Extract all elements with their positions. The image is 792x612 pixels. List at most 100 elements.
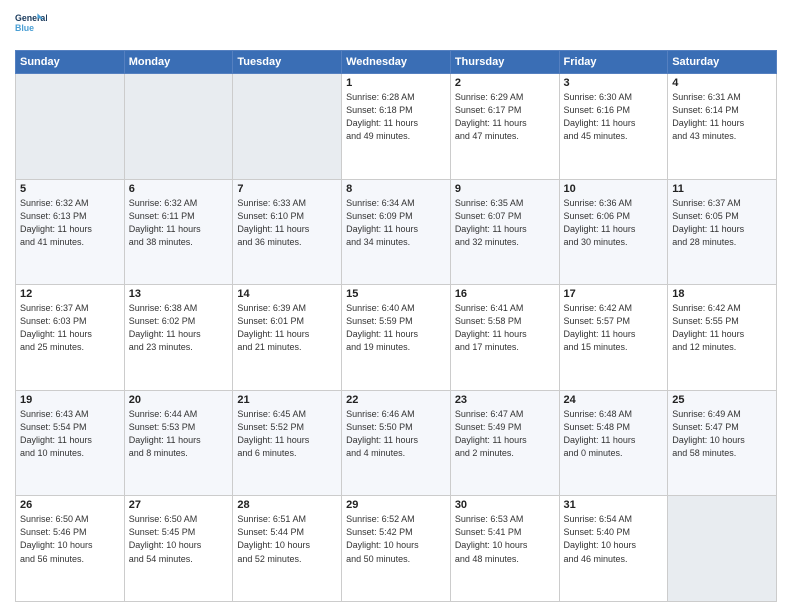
day-info: Sunrise: 6:46 AM Sunset: 5:50 PM Dayligh… [346,408,446,460]
day-number: 19 [20,394,120,406]
day-info: Sunrise: 6:41 AM Sunset: 5:58 PM Dayligh… [455,302,555,354]
day-info: Sunrise: 6:53 AM Sunset: 5:41 PM Dayligh… [455,513,555,565]
calendar-week-5: 26Sunrise: 6:50 AM Sunset: 5:46 PM Dayli… [16,496,777,602]
day-number: 23 [455,394,555,406]
day-info: Sunrise: 6:48 AM Sunset: 5:48 PM Dayligh… [564,408,664,460]
calendar-cell: 17Sunrise: 6:42 AM Sunset: 5:57 PM Dayli… [559,285,668,391]
calendar-cell: 3Sunrise: 6:30 AM Sunset: 6:16 PM Daylig… [559,74,668,180]
day-info: Sunrise: 6:32 AM Sunset: 6:11 PM Dayligh… [129,197,229,249]
day-number: 8 [346,183,446,195]
day-info: Sunrise: 6:49 AM Sunset: 5:47 PM Dayligh… [672,408,772,460]
calendar-cell: 7 Sunrise: 6:33 AM Sunset: 6:10 PM Daylig… [233,179,342,285]
calendar-cell [233,74,342,180]
calendar-week-3: 12 Sunrise: 6:37 AM Sunset: 6:03 PM Dayli… [16,285,777,391]
day-info: Sunrise: 6:37 AM Sunset: 6:03 PM Dayligh… [20,302,120,354]
calendar-cell: 2Sunrise: 6:29 AM Sunset: 6:17 PM Daylig… [450,74,559,180]
day-number: 24 [564,394,664,406]
calendar-cell: 15 Sunrise: 6:40 AM Sunset: 5:59 PM Dayli… [342,285,451,391]
day-info: Sunrise: 6:29 AM Sunset: 6:17 PM Dayligh… [455,91,555,143]
day-number: 31 [564,499,664,511]
calendar-cell: 30 Sunrise: 6:53 AM Sunset: 5:41 PM Dayli… [450,496,559,602]
calendar-cell: 19 Sunrise: 6:43 AM Sunset: 5:54 PM Dayli… [16,390,125,496]
day-info: Sunrise: 6:50 AM Sunset: 5:46 PM Dayligh… [20,513,120,565]
calendar-cell: 26Sunrise: 6:50 AM Sunset: 5:46 PM Dayli… [16,496,125,602]
page: General Blue SundayMondayTuesdayWednesda… [0,0,792,612]
calendar-header-monday: Monday [124,51,233,74]
calendar-cell [16,74,125,180]
calendar-header-tuesday: Tuesday [233,51,342,74]
calendar-cell: 21 Sunrise: 6:45 AM Sunset: 5:52 PM Dayli… [233,390,342,496]
calendar-week-2: 5 Sunrise: 6:32 AM Sunset: 6:13 PM Daylig… [16,179,777,285]
day-info: Sunrise: 6:54 AM Sunset: 5:40 PM Dayligh… [564,513,664,565]
day-info: Sunrise: 6:43 AM Sunset: 5:54 PM Dayligh… [20,408,120,460]
day-info: Sunrise: 6:52 AM Sunset: 5:42 PM Dayligh… [346,513,446,565]
logo: General Blue [15,10,47,42]
day-info: Sunrise: 6:39 AM Sunset: 6:01 PM Dayligh… [237,302,337,354]
day-number: 10 [564,183,664,195]
day-number: 29 [346,499,446,511]
day-number: 22 [346,394,446,406]
calendar-cell [124,74,233,180]
calendar-cell: 4 Sunrise: 6:31 AM Sunset: 6:14 PM Daylig… [668,74,777,180]
calendar-cell: 27 Sunrise: 6:50 AM Sunset: 5:45 PM Dayli… [124,496,233,602]
day-number: 1 [346,77,446,89]
day-info: Sunrise: 6:35 AM Sunset: 6:07 PM Dayligh… [455,197,555,249]
calendar-cell: 23 Sunrise: 6:47 AM Sunset: 5:49 PM Dayli… [450,390,559,496]
day-number: 5 [20,183,120,195]
calendar-cell: 28 Sunrise: 6:51 AM Sunset: 5:44 PM Dayli… [233,496,342,602]
calendar-cell: 14 Sunrise: 6:39 AM Sunset: 6:01 PM Dayli… [233,285,342,391]
day-number: 17 [564,288,664,300]
day-number: 12 [20,288,120,300]
calendar-cell: 8 Sunrise: 6:34 AM Sunset: 6:09 PM Daylig… [342,179,451,285]
day-info: Sunrise: 6:32 AM Sunset: 6:13 PM Dayligh… [20,197,120,249]
day-number: 6 [129,183,229,195]
day-info: Sunrise: 6:30 AM Sunset: 6:16 PM Dayligh… [564,91,664,143]
calendar-cell: 11Sunrise: 6:37 AM Sunset: 6:05 PM Dayli… [668,179,777,285]
day-info: Sunrise: 6:40 AM Sunset: 5:59 PM Dayligh… [346,302,446,354]
day-number: 18 [672,288,772,300]
day-number: 16 [455,288,555,300]
day-info: Sunrise: 6:33 AM Sunset: 6:10 PM Dayligh… [237,197,337,249]
calendar-cell: 25Sunrise: 6:49 AM Sunset: 5:47 PM Dayli… [668,390,777,496]
day-info: Sunrise: 6:44 AM Sunset: 5:53 PM Dayligh… [129,408,229,460]
calendar-cell: 10 Sunrise: 6:36 AM Sunset: 6:06 PM Dayli… [559,179,668,285]
day-info: Sunrise: 6:45 AM Sunset: 5:52 PM Dayligh… [237,408,337,460]
day-number: 9 [455,183,555,195]
day-number: 27 [129,499,229,511]
logo-icon: General Blue [15,10,47,42]
day-info: Sunrise: 6:51 AM Sunset: 5:44 PM Dayligh… [237,513,337,565]
calendar-cell: 18 Sunrise: 6:42 AM Sunset: 5:55 PM Dayli… [668,285,777,391]
calendar-header-friday: Friday [559,51,668,74]
day-number: 11 [672,183,772,195]
calendar-table: SundayMondayTuesdayWednesdayThursdayFrid… [15,50,777,602]
day-number: 21 [237,394,337,406]
day-number: 30 [455,499,555,511]
day-number: 13 [129,288,229,300]
calendar-cell: 24 Sunrise: 6:48 AM Sunset: 5:48 PM Dayli… [559,390,668,496]
day-info: Sunrise: 6:50 AM Sunset: 5:45 PM Dayligh… [129,513,229,565]
day-number: 14 [237,288,337,300]
day-number: 7 [237,183,337,195]
calendar-header-thursday: Thursday [450,51,559,74]
calendar-header-saturday: Saturday [668,51,777,74]
calendar-cell: 13Sunrise: 6:38 AM Sunset: 6:02 PM Dayli… [124,285,233,391]
calendar-cell: 22 Sunrise: 6:46 AM Sunset: 5:50 PM Dayli… [342,390,451,496]
calendar-cell: 5 Sunrise: 6:32 AM Sunset: 6:13 PM Daylig… [16,179,125,285]
day-number: 28 [237,499,337,511]
calendar-cell: 31 Sunrise: 6:54 AM Sunset: 5:40 PM Dayli… [559,496,668,602]
day-number: 4 [672,77,772,89]
calendar-cell: 16 Sunrise: 6:41 AM Sunset: 5:58 PM Dayli… [450,285,559,391]
day-info: Sunrise: 6:28 AM Sunset: 6:18 PM Dayligh… [346,91,446,143]
header: General Blue [15,10,777,42]
day-info: Sunrise: 6:47 AM Sunset: 5:49 PM Dayligh… [455,408,555,460]
calendar-cell [668,496,777,602]
day-number: 15 [346,288,446,300]
day-info: Sunrise: 6:34 AM Sunset: 6:09 PM Dayligh… [346,197,446,249]
day-info: Sunrise: 6:42 AM Sunset: 5:55 PM Dayligh… [672,302,772,354]
day-info: Sunrise: 6:31 AM Sunset: 6:14 PM Dayligh… [672,91,772,143]
calendar-week-1: 1 Sunrise: 6:28 AM Sunset: 6:18 PM Daylig… [16,74,777,180]
calendar-cell: 9 Sunrise: 6:35 AM Sunset: 6:07 PM Daylig… [450,179,559,285]
day-info: Sunrise: 6:36 AM Sunset: 6:06 PM Dayligh… [564,197,664,249]
calendar-cell: 6 Sunrise: 6:32 AM Sunset: 6:11 PM Daylig… [124,179,233,285]
day-number: 20 [129,394,229,406]
